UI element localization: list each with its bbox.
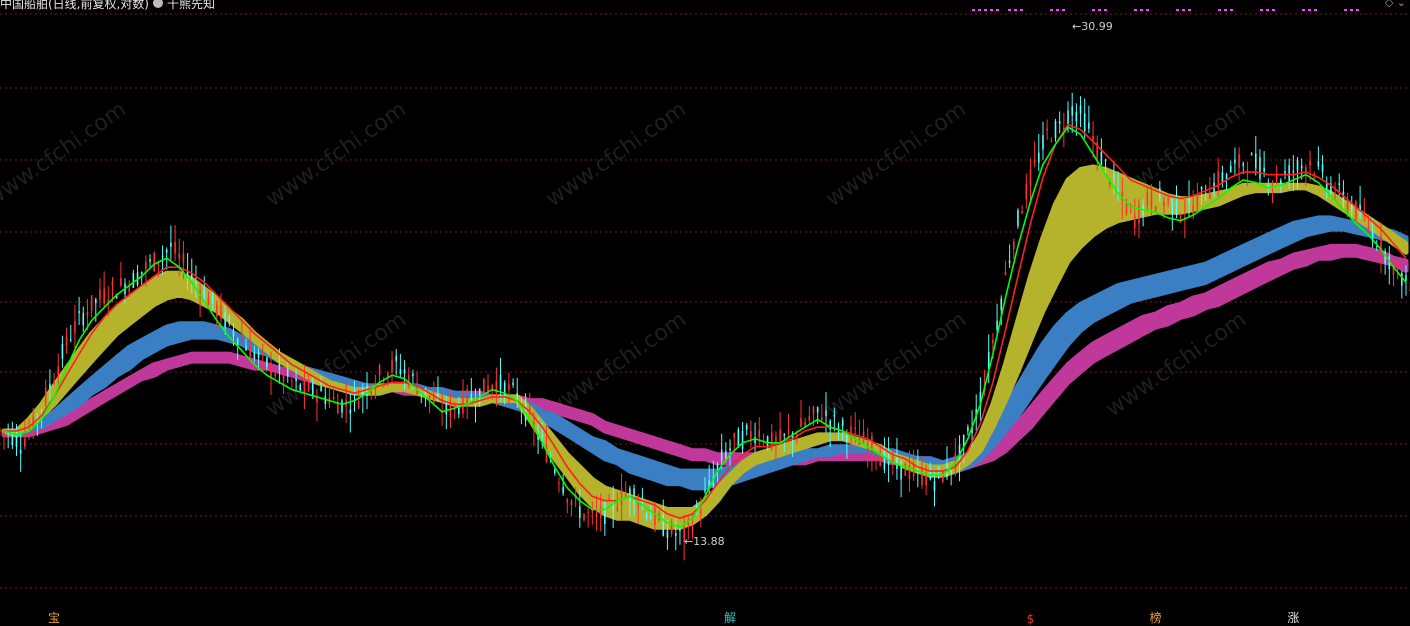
signal-dot: [1104, 9, 1107, 11]
watermark-text: www.cfchi.com: [822, 307, 971, 422]
corner-controls[interactable]: ◇ ⌄: [1385, 0, 1406, 9]
signal-dot: [1260, 9, 1263, 11]
footer-marker: 宝: [48, 611, 61, 625]
signal-dot: [1134, 9, 1137, 11]
signal-dot: [1308, 9, 1311, 11]
footer-marker: 涨: [1287, 611, 1300, 625]
signal-dot: [984, 9, 987, 11]
signal-dot: [1188, 9, 1191, 11]
signal-dot: [1140, 9, 1143, 11]
expand-icon[interactable]: ◇: [1385, 0, 1393, 9]
price-chart[interactable]: www.cfchi.com www.cfchi.com www.cfchi.com w…: [0, 0, 1410, 624]
signal-dot: [1266, 9, 1269, 11]
watermark-text: www.cfchi.com: [262, 97, 411, 212]
footer-marker: 解: [724, 611, 737, 625]
collapse-icon[interactable]: ⌄: [1397, 0, 1406, 9]
watermark-text: www.cfchi.com: [542, 97, 691, 212]
high-price-label: ←30.99: [1072, 19, 1113, 33]
signal-dot: [1314, 9, 1317, 11]
signal-dot: [1230, 9, 1233, 11]
settings-icon[interactable]: [153, 0, 163, 8]
signal-dot: [1176, 9, 1179, 11]
chart-title: 中国船舶(日线,前复权,对数): [0, 0, 149, 11]
watermark-text: www.cfchi.com: [822, 97, 971, 212]
signal-dot: [1224, 9, 1227, 11]
signal-dot: [1092, 9, 1095, 11]
signal-dot: [1302, 9, 1305, 11]
signal-dot: [1062, 9, 1065, 11]
top-signal-dots: [972, 9, 1359, 11]
low-price-label: ←13.88: [683, 534, 725, 548]
signal-dot: [978, 9, 981, 11]
signal-dot: [1272, 9, 1275, 11]
signal-dot: [1050, 9, 1053, 11]
signal-dot: [1356, 9, 1359, 11]
footer-marker: 榜: [1149, 611, 1162, 625]
high-arrow-icon: ←: [1072, 19, 1082, 33]
signal-dot: [972, 9, 975, 11]
low-arrow-icon: ←: [683, 534, 694, 548]
signal-dot: [1020, 9, 1023, 11]
signal-dot: [1182, 9, 1185, 11]
chart-title-bar: 中国船舶(日线,前复权,对数) 千熊先知: [0, 0, 215, 12]
signal-dot: [1218, 9, 1221, 11]
signal-dot: [1350, 9, 1353, 11]
signal-dot: [1146, 9, 1149, 11]
watermark-text: www.cfchi.com: [1102, 307, 1251, 422]
signal-dot: [1056, 9, 1059, 11]
watermark-text: www.cfchi.com: [0, 97, 131, 212]
signal-dot: [1014, 9, 1017, 11]
indicator-name[interactable]: 千熊先知: [167, 0, 215, 12]
signal-dot: [1008, 9, 1011, 11]
signal-dot: [990, 9, 993, 11]
signal-dot: [1344, 9, 1347, 11]
signal-dot: [1098, 9, 1101, 11]
signal-dot: [996, 9, 999, 11]
